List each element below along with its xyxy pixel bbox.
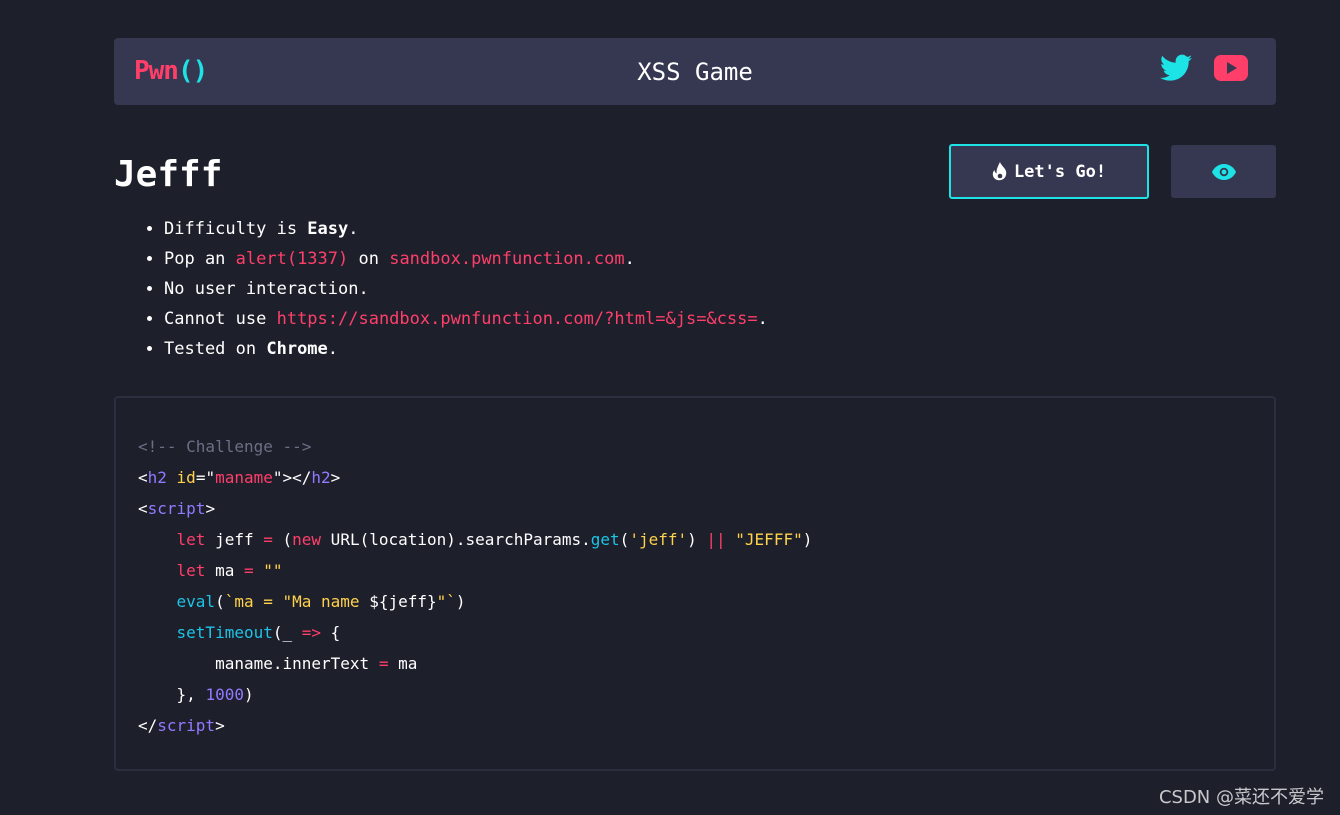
- watermark: CSDN @菜还不爱学: [1158, 787, 1324, 808]
- forbidden-url: https://sandbox.pwnfunction.com/?html=&j…: [276, 309, 758, 329]
- page: Pwn() XSS Game Jefff Let's Go! • Difficu…: [0, 0, 1340, 815]
- challenge-title: Jefff: [114, 154, 223, 195]
- view-solution-button[interactable]: [1171, 145, 1276, 198]
- site-title: XSS Game: [637, 58, 753, 86]
- code-block: <!-- Challenge --> <h2 id="maname"></h2>…: [114, 396, 1276, 771]
- eye-icon: [1211, 163, 1236, 180]
- challenge-source: <!-- Challenge --> <h2 id="maname"></h2>…: [138, 437, 813, 735]
- fire-icon: [992, 161, 1007, 180]
- rule-item: Pop an alert(1337) on sandbox.pwnfunctio…: [164, 244, 768, 274]
- rule-item: No user interaction.: [164, 274, 768, 304]
- twitter-icon[interactable]: [1160, 54, 1192, 86]
- youtube-icon[interactable]: [1214, 55, 1248, 85]
- sandbox-domain: sandbox.pwnfunction.com: [389, 249, 625, 269]
- lets-go-label: Let's Go!: [1013, 161, 1107, 182]
- lets-go-button[interactable]: Let's Go!: [949, 144, 1149, 199]
- rules-list: Difficulty is Easy. Pop an alert(1337) o…: [114, 214, 768, 364]
- rule-item: Cannot use https://sandbox.pwnfunction.c…: [164, 304, 768, 334]
- payload-text: alert(1337): [235, 249, 349, 269]
- rule-item: Tested on Chrome.: [164, 334, 768, 364]
- social-links: [1160, 54, 1248, 86]
- rule-item: Difficulty is Easy.: [164, 214, 768, 244]
- site-header: Pwn() XSS Game: [114, 38, 1276, 105]
